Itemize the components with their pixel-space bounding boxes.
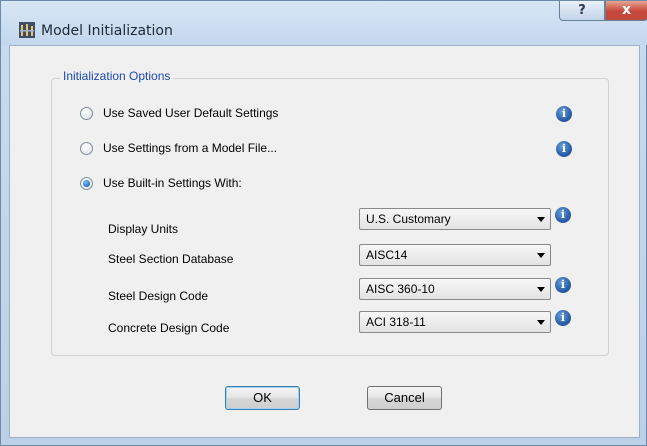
option-built-in-settings[interactable]: Use Built-in Settings With: <box>80 174 242 192</box>
cancel-button[interactable]: Cancel <box>367 386 442 410</box>
help-button[interactable]: ? <box>559 1 605 21</box>
option-label: Use Saved User Default Settings <box>103 106 279 120</box>
info-icon[interactable]: i <box>555 277 571 293</box>
concrete-design-code-label: Concrete Design Code <box>108 321 230 335</box>
selected-value: U.S. Customary <box>366 212 451 226</box>
chevron-down-icon <box>537 253 545 258</box>
ok-button[interactable]: OK <box>225 386 300 410</box>
concrete-design-code-select[interactable]: ACI 318-11 <box>359 311 551 333</box>
option-label: Use Built-in Settings With: <box>103 176 242 190</box>
app-icon <box>19 22 35 38</box>
help-icon: ? <box>578 3 586 18</box>
info-icon[interactable]: i <box>556 141 572 157</box>
display-units-select[interactable]: U.S. Customary <box>359 208 551 230</box>
option-saved-user-defaults[interactable]: Use Saved User Default Settings <box>80 104 278 122</box>
selected-value: AISC14 <box>366 248 408 262</box>
radio-button[interactable] <box>80 176 93 190</box>
window-title: Model Initialization <box>41 23 173 39</box>
info-icon[interactable]: i <box>556 106 572 122</box>
chevron-down-icon <box>537 320 545 325</box>
option-label: Use Settings from a Model File... <box>103 141 278 155</box>
close-button[interactable]: x <box>605 1 647 21</box>
steel-design-code-select[interactable]: AISC 360-10 <box>359 278 551 300</box>
selected-value: ACI 318-11 <box>366 315 426 329</box>
selected-value: AISC 360-10 <box>366 282 435 296</box>
display-units-label: Display Units <box>108 222 179 236</box>
chevron-down-icon <box>537 217 545 222</box>
steel-section-database-label: Steel Section Database <box>108 252 234 266</box>
steel-design-code-label: Steel Design Code <box>108 289 209 303</box>
info-icon[interactable]: i <box>555 310 571 326</box>
radio-button[interactable] <box>80 106 93 120</box>
option-model-file-settings[interactable]: Use Settings from a Model File... <box>80 139 277 157</box>
title-bar[interactable]: Model Initialization ? x <box>1 1 647 45</box>
chevron-down-icon <box>537 287 545 292</box>
radio-button[interactable] <box>80 141 93 155</box>
dialog-window: Model Initialization ? x Initialization … <box>0 0 647 446</box>
group-legend: Initialization Options <box>60 69 174 83</box>
info-icon[interactable]: i <box>555 207 571 223</box>
close-icon: x <box>621 2 632 18</box>
steel-section-database-select[interactable]: AISC14 <box>359 244 551 266</box>
dialog-content: Initialization Options Use Saved User De… <box>9 45 640 438</box>
